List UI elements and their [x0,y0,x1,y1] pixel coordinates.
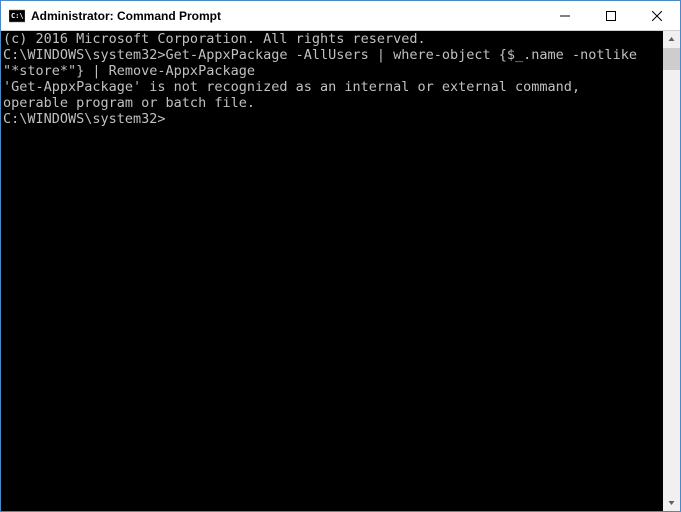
copyright-line: (c) 2016 Microsoft Corporation. All righ… [3,31,661,47]
command-line: C:\WINDOWS\system32>Get-AppxPackage -All… [3,47,661,79]
vertical-scrollbar[interactable] [663,31,680,511]
command-prompt-window: C:\ Administrator: Command Prompt (c) 20… [0,0,681,512]
window-title: Administrator: Command Prompt [31,9,542,23]
minimize-button[interactable] [542,1,588,30]
titlebar[interactable]: C:\ Administrator: Command Prompt [1,1,680,31]
scroll-thumb[interactable] [663,48,680,70]
scroll-down-button[interactable] [663,494,680,511]
error-line-1: 'Get-AppxPackage' is not recognized as a… [3,79,661,95]
scroll-up-button[interactable] [663,31,680,48]
window-controls [542,1,680,30]
scroll-track[interactable] [663,48,680,494]
terminal-output[interactable]: (c) 2016 Microsoft Corporation. All righ… [1,31,663,511]
app-icon: C:\ [9,8,25,24]
prompt-line: C:\WINDOWS\system32> [3,111,661,127]
content-area: (c) 2016 Microsoft Corporation. All righ… [1,31,680,511]
error-line-2: operable program or batch file. [3,95,661,111]
close-button[interactable] [634,1,680,30]
maximize-button[interactable] [588,1,634,30]
svg-text:C:\: C:\ [11,12,24,20]
